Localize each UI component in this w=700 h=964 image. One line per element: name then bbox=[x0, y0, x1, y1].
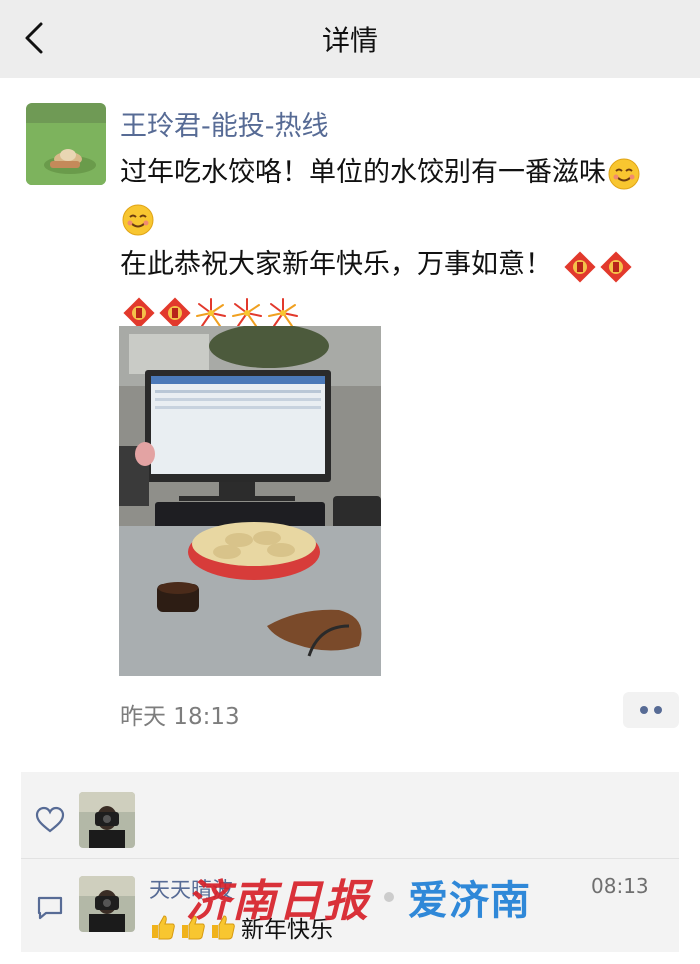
top-nav-bar: 详情 bbox=[0, 0, 700, 78]
fu-emoji-icon bbox=[158, 296, 191, 329]
more-actions-button[interactable] bbox=[623, 692, 679, 728]
firework-emoji-icon bbox=[230, 296, 262, 328]
smile-emoji-icon bbox=[608, 158, 640, 190]
page-title: 详情 bbox=[321, 24, 378, 57]
author-name[interactable]: 王玲君-能投-热线 bbox=[120, 104, 329, 143]
photo-illustration bbox=[119, 326, 381, 676]
heart-icon bbox=[35, 806, 65, 833]
firework-emoji-icon bbox=[194, 296, 226, 328]
thumbs-up-icon bbox=[152, 915, 175, 940]
fu-emoji-icon bbox=[563, 250, 596, 283]
avatar-image bbox=[26, 103, 106, 185]
watermark-jinan-daily: 济南日报 bbox=[186, 876, 370, 927]
fu-emoji-icon bbox=[122, 296, 155, 329]
post-text: 过年吃水饺咯！单位的水饺别有一番滋味 在此恭祝大家新年快乐，万事如意！ bbox=[120, 150, 680, 334]
panel-divider bbox=[21, 858, 679, 859]
post-time: 昨天 18:13 bbox=[120, 704, 240, 730]
fu-emoji-icon bbox=[599, 250, 632, 283]
dot-icon bbox=[640, 706, 648, 714]
liker-avatar[interactable] bbox=[79, 792, 135, 848]
firework-emoji-icon bbox=[266, 296, 298, 328]
watermark-ai-jinan: 爱济南 bbox=[408, 878, 531, 924]
dot-icon bbox=[654, 706, 662, 714]
post-line-1: 过年吃水饺咯！单位的水饺别有一番滋味 bbox=[120, 157, 606, 188]
comment-icon bbox=[37, 896, 63, 920]
smile-emoji-icon bbox=[122, 204, 154, 236]
post-line-2: 在此恭祝大家新年快乐，万事如意！ bbox=[120, 249, 552, 280]
watermark-dot bbox=[384, 892, 394, 902]
post-photo[interactable] bbox=[119, 326, 381, 676]
back-arrow-icon[interactable] bbox=[18, 20, 54, 56]
newspaper-watermark: 济南日报 爱济南 bbox=[186, 862, 531, 932]
commenter-avatar[interactable] bbox=[79, 876, 135, 932]
author-avatar[interactable] bbox=[26, 103, 106, 185]
comment-time: 08:13 bbox=[591, 874, 649, 898]
